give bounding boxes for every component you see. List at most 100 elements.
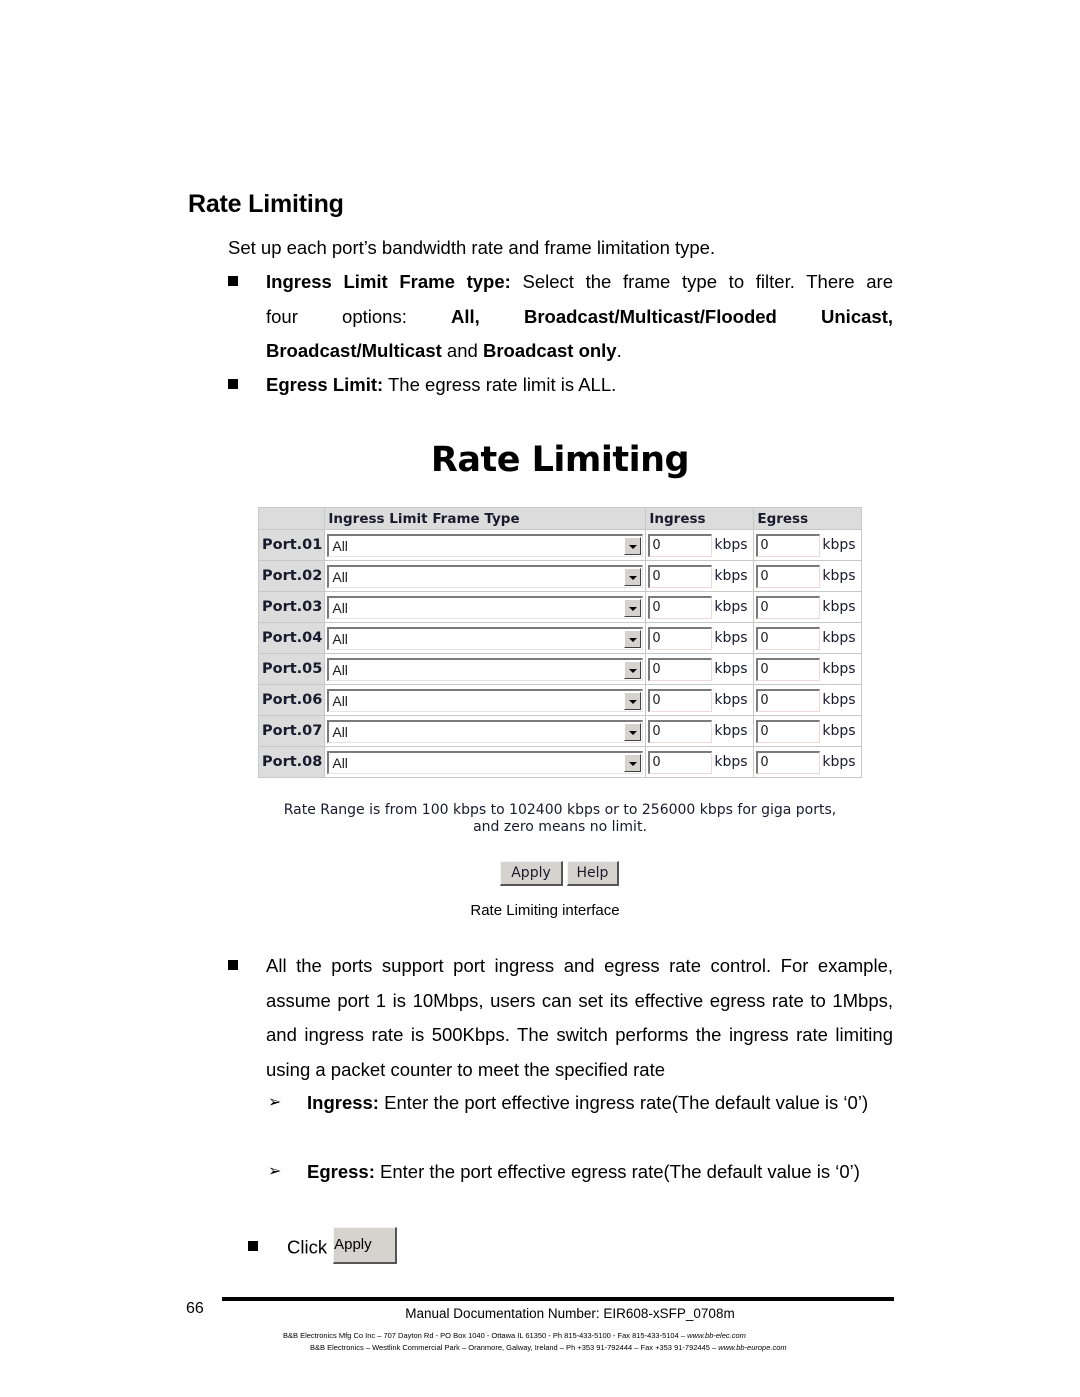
- egress-cell: 0 kbps: [753, 653, 862, 685]
- frame-type-value: All: [332, 568, 348, 585]
- bullet-egress-limit: Egress Limit: The egress rate limit is A…: [228, 368, 893, 403]
- bullet-square-icon: [228, 276, 238, 286]
- egress-input[interactable]: 0: [756, 750, 821, 774]
- table-row: Port.08 All 0 kbps 0 kbps: [257, 746, 862, 778]
- website-link[interactable]: www.bb-elec.com: [687, 1331, 746, 1340]
- unit-label: kbps: [714, 599, 748, 615]
- ingress-input[interactable]: 0: [648, 595, 713, 619]
- chevron-down-icon[interactable]: [624, 722, 642, 741]
- bullet-text-line3: Broadcast/Multicast and Broadcast only.: [266, 334, 893, 369]
- chevron-down-icon[interactable]: [624, 660, 642, 679]
- ingress-cell: 0 kbps: [645, 715, 755, 747]
- bullet-text: Click Apply: [287, 1227, 913, 1267]
- unit-label: kbps: [822, 754, 856, 770]
- bullet-click-apply: Click Apply: [248, 1227, 913, 1267]
- chevron-down-icon[interactable]: [624, 691, 642, 710]
- unit-label: kbps: [822, 568, 856, 584]
- table-row: Port.02 All 0 kbps 0 kbps: [257, 560, 862, 592]
- frame-type-select[interactable]: All: [327, 595, 644, 619]
- unit-label: kbps: [714, 537, 748, 553]
- frame-type-select[interactable]: All: [327, 533, 644, 557]
- period: .: [616, 340, 622, 361]
- port-label: Port.05: [257, 653, 326, 685]
- chevron-down-icon[interactable]: [624, 753, 642, 772]
- option-b: Broadcast only: [482, 340, 617, 361]
- ingress-input[interactable]: 0: [648, 750, 713, 774]
- unit-label: kbps: [714, 754, 748, 770]
- frame-type-select[interactable]: All: [327, 688, 644, 712]
- ingress-input[interactable]: 0: [648, 688, 713, 712]
- port-label: Port.01: [257, 529, 326, 561]
- port-label: Port.08: [257, 746, 326, 778]
- table-row: Port.07 All 0 kbps 0 kbps: [257, 715, 862, 747]
- frame-type-value: All: [332, 537, 348, 554]
- sub-bullet-ingress: ➢ Ingress: Enter the port effective ingr…: [268, 1086, 893, 1121]
- ingress-cell: 0 kbps: [645, 653, 755, 685]
- egress-input[interactable]: 0: [756, 595, 821, 619]
- section-title: Rate Limiting: [188, 190, 344, 218]
- frame-type-select[interactable]: All: [327, 657, 644, 681]
- egress-cell: 0 kbps: [753, 684, 862, 716]
- frame-type-select[interactable]: All: [327, 750, 644, 774]
- click-text: Click: [287, 1236, 328, 1258]
- header-frame-type: Ingress Limit Frame Type: [324, 507, 647, 530]
- egress-input[interactable]: 0: [756, 719, 821, 743]
- bullet-all-ports: All the ports support port ingress and e…: [228, 949, 893, 1087]
- help-button[interactable]: Help: [567, 861, 619, 886]
- ingress-input[interactable]: 0: [648, 533, 713, 557]
- option-bm: Broadcast/Multicast: [266, 340, 442, 361]
- term-label: Egress Limit:: [266, 374, 384, 395]
- frame-type-value: All: [332, 754, 348, 771]
- apply-button-image: Apply: [333, 1227, 398, 1264]
- egress-input[interactable]: 0: [756, 688, 821, 712]
- ingress-cell: 0 kbps: [645, 684, 755, 716]
- table-row: Port.06 All 0 kbps 0 kbps: [257, 684, 862, 716]
- port-label: Port.04: [257, 622, 326, 654]
- egress-cell: 0 kbps: [753, 746, 862, 778]
- term-desc: Select the frame type to filter. There a…: [510, 271, 893, 292]
- frame-type-cell: All: [324, 684, 647, 716]
- unit-label: kbps: [714, 692, 748, 708]
- table-row: Port.03 All 0 kbps 0 kbps: [257, 591, 862, 623]
- ingress-input[interactable]: 0: [648, 719, 713, 743]
- frame-type-select[interactable]: All: [327, 719, 644, 743]
- options-lead: four options:: [266, 305, 407, 327]
- button-row: Apply Help: [500, 861, 619, 886]
- apply-button[interactable]: Apply: [500, 861, 563, 886]
- chevron-down-icon[interactable]: [624, 536, 642, 555]
- doc-number: Manual Documentation Number: EIR608-xSFP…: [405, 1306, 735, 1321]
- chevron-down-icon[interactable]: [624, 598, 642, 617]
- port-label: Port.07: [257, 715, 326, 747]
- option-bmfu: Broadcast/Multicast/Flooded Unicast,: [523, 305, 893, 327]
- sub-bullet-text: Egress: Enter the port effective egress …: [307, 1155, 893, 1190]
- screenshot-title: Rate Limiting: [430, 440, 690, 480]
- ingress-input[interactable]: 0: [648, 626, 713, 650]
- frame-type-select[interactable]: All: [327, 626, 644, 650]
- egress-input[interactable]: 0: [756, 564, 821, 588]
- egress-input[interactable]: 0: [756, 533, 821, 557]
- chevron-down-icon[interactable]: [624, 567, 642, 586]
- term-desc: Enter the port effective ingress rate(Th…: [378, 1092, 869, 1113]
- frame-type-cell: All: [324, 653, 647, 685]
- egress-input[interactable]: 0: [756, 657, 821, 681]
- term-label: Egress:: [307, 1161, 375, 1182]
- bullet-square-icon: [228, 960, 238, 970]
- egress-cell: 0 kbps: [753, 529, 862, 561]
- rate-range-note: Rate Range is from 100 kbps to 102400 kb…: [200, 802, 920, 836]
- ingress-input[interactable]: 0: [648, 564, 713, 588]
- frame-type-cell: All: [324, 746, 647, 778]
- frame-type-value: All: [332, 723, 348, 740]
- frame-type-value: All: [332, 599, 348, 616]
- ingress-input[interactable]: 0: [648, 657, 713, 681]
- address-text: B&B Electronics – Westlink Commercial Pa…: [310, 1343, 719, 1352]
- bullet-text-line2: four options: All, Broadcast/Multicast/F…: [266, 300, 893, 335]
- sub-bullet-egress: ➢ Egress: Enter the port effective egres…: [268, 1155, 893, 1190]
- frame-type-select[interactable]: All: [327, 564, 644, 588]
- and-text: and: [441, 340, 483, 361]
- ingress-cell: 0 kbps: [645, 622, 755, 654]
- website-link[interactable]: www.bb-europe.com: [718, 1343, 786, 1352]
- unit-label: kbps: [714, 630, 748, 646]
- chevron-down-icon[interactable]: [624, 629, 642, 648]
- egress-input[interactable]: 0: [756, 626, 821, 650]
- unit-label: kbps: [822, 599, 856, 615]
